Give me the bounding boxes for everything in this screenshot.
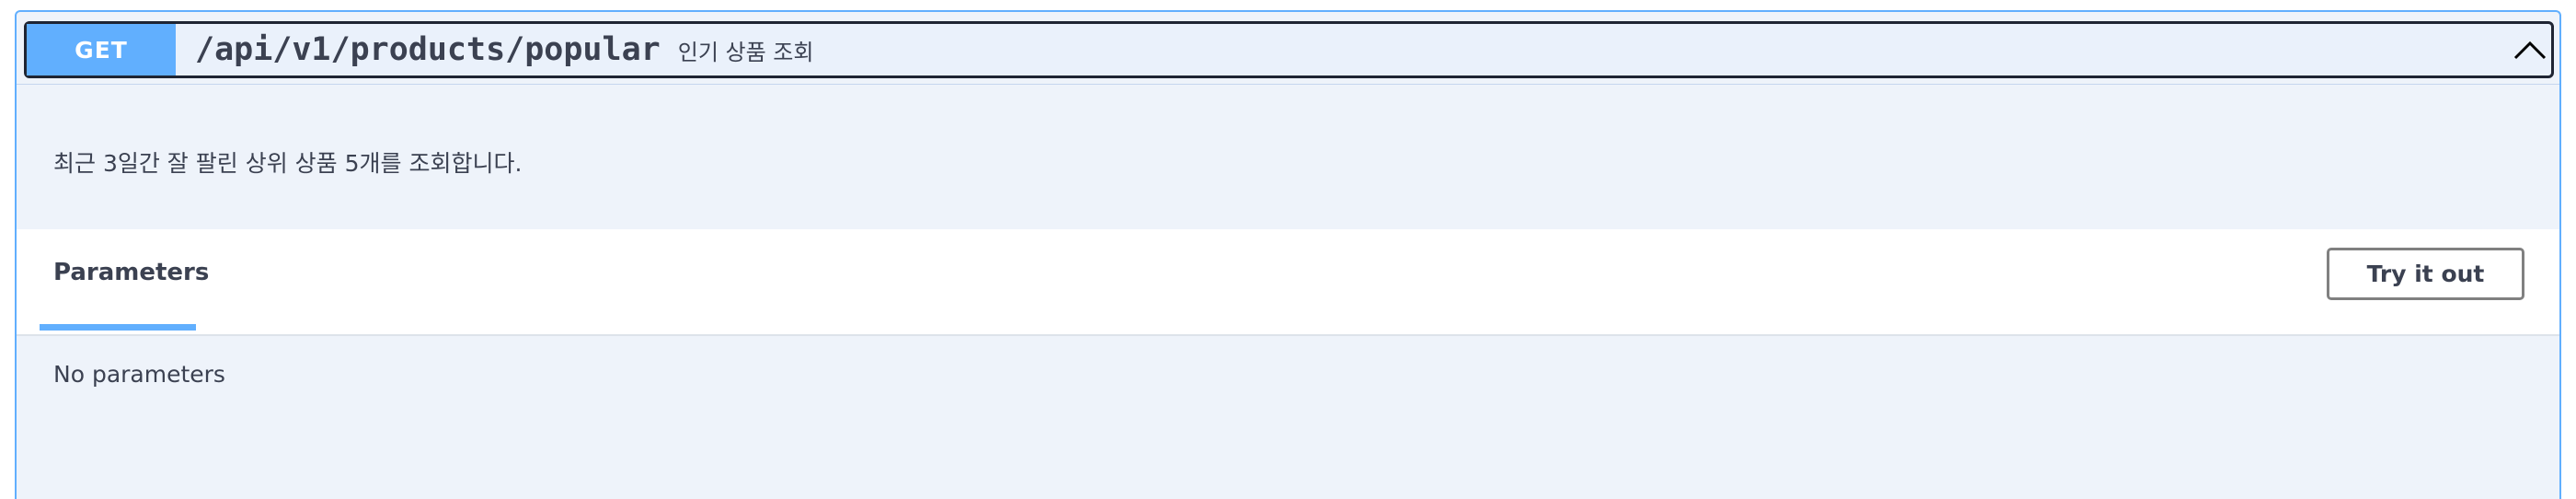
tab-active-indicator <box>40 324 196 331</box>
tab-parameters[interactable]: Parameters <box>40 229 209 334</box>
operation-description: 최근 3일간 잘 팔린 상위 상품 5개를 조회합니다. <box>53 150 523 177</box>
summary-divider <box>17 84 2559 85</box>
http-method-badge: GET <box>27 24 176 75</box>
operation-summary-text: 인기 상품 조회 <box>677 39 814 65</box>
endpoint-path: /api/v1/products/popular <box>195 31 661 68</box>
chevron-up-icon[interactable] <box>2509 24 2551 75</box>
no-parameters-message: No parameters <box>53 361 225 388</box>
parameters-header: Parameters Try it out <box>17 229 2559 336</box>
operation-block: GET /api/v1/products/popular 인기 상품 조회 최근… <box>15 10 2561 499</box>
try-it-out-button[interactable]: Try it out <box>2327 248 2524 300</box>
tab-parameters-label: Parameters <box>53 259 210 286</box>
operation-summary[interactable]: GET /api/v1/products/popular 인기 상품 조회 <box>24 21 2554 78</box>
